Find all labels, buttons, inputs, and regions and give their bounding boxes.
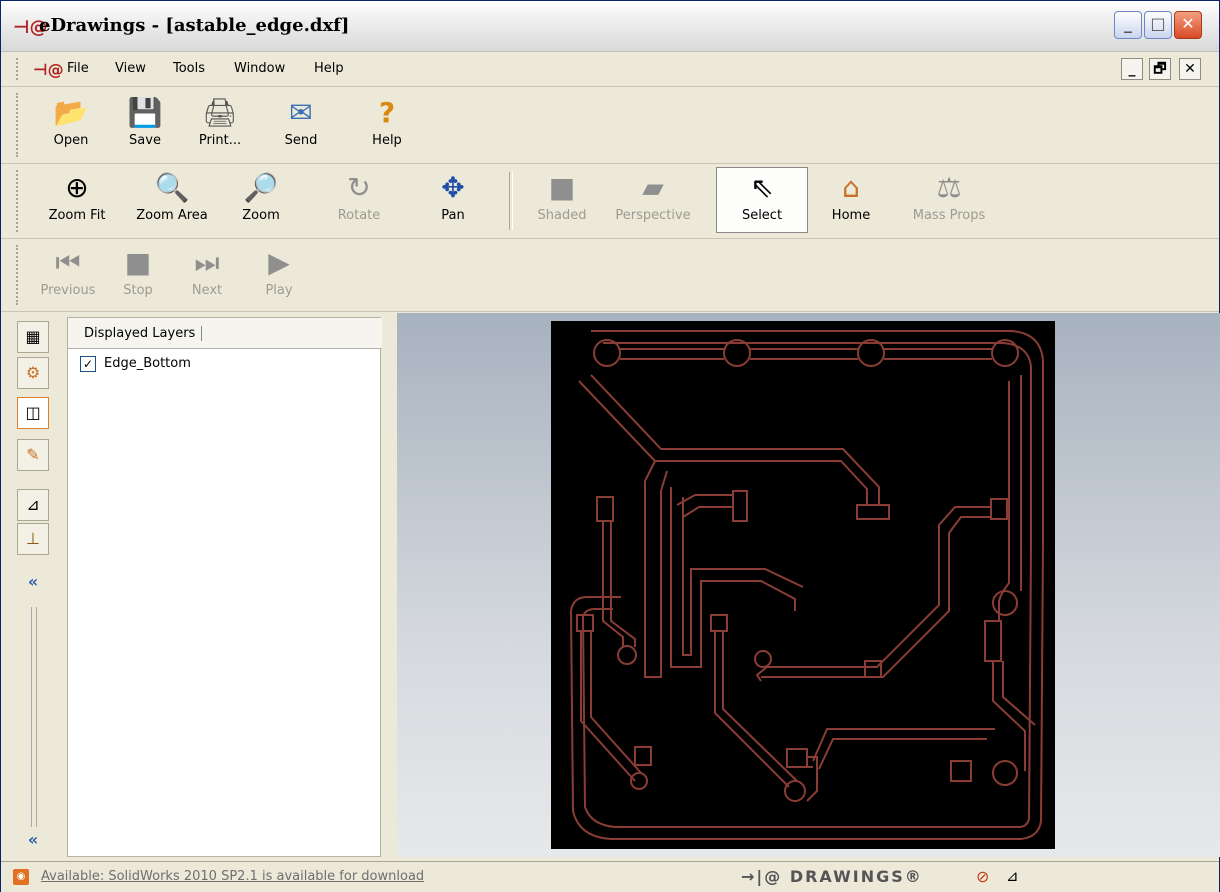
edrawings-brand-logo: →|@ DRAWINGS® (741, 867, 923, 886)
zoom-icon: 🔎 (243, 171, 279, 204)
measure-tab[interactable]: ⊿ (17, 489, 49, 521)
mdi-minimize-button[interactable]: _ (1121, 58, 1143, 80)
mdi-close-button[interactable]: ✕ (1179, 58, 1201, 80)
stop-icon: ■ (124, 246, 152, 279)
window-title: eDrawings - [astable_edge.dxf] (39, 15, 350, 36)
next-icon: ⏭ (194, 246, 220, 279)
shaded-button[interactable]: ■ Shaded (525, 170, 599, 223)
collapse-panel-button[interactable]: « (17, 825, 49, 857)
title-bar: ⊣@ eDrawings - [astable_edge.dxf] _ □ ✕ (1, 1, 1219, 52)
maximize-button[interactable]: □ (1144, 11, 1172, 39)
zoom-area-button[interactable]: 🔍 Zoom Area (127, 170, 217, 223)
send-button[interactable]: ✉ Send (273, 95, 329, 148)
components-tab[interactable]: ⚙ (17, 357, 49, 389)
sheets-tab[interactable]: ▦ (17, 321, 49, 353)
playback-toolbar: ⏮ Previous ■ Stop ⏭ Next ▶ Play (1, 239, 1219, 312)
rotate-icon: ↻ (347, 171, 371, 204)
zoom-area-icon: 🔍 (154, 171, 190, 204)
home-button[interactable]: ⌂ Home (821, 170, 881, 223)
close-button[interactable]: ✕ (1174, 11, 1202, 39)
update-available-link[interactable]: Available: SolidWorks 2010 SP2.1 is avai… (41, 869, 424, 884)
menu-help[interactable]: Help (314, 61, 344, 76)
status-bar: ◉ Available: SolidWorks 2010 SP2.1 is av… (1, 861, 1219, 892)
collapse-panel-icon: « (27, 830, 39, 849)
stamp-tab-icon: ⊥ (26, 529, 40, 548)
components-tab-icon: ⚙ (25, 363, 41, 382)
menu-tools[interactable]: Tools (173, 61, 205, 76)
layers-tab[interactable]: ◫ (17, 397, 49, 429)
pan-arrows-icon: ✥ (441, 171, 465, 204)
markup-tab[interactable]: ✎ (17, 439, 49, 471)
play-icon: ▶ (268, 246, 290, 279)
file-toolbar: 📂 Open 💾 Save 🖨 Print... ✉ Send ? Help (1, 87, 1219, 164)
collapse-panel-icon: « (27, 572, 39, 591)
save-button[interactable]: 💾 Save (119, 95, 171, 148)
previous-button[interactable]: ⏮ Previous (31, 245, 105, 298)
select-button[interactable]: ⇖ Select (723, 170, 801, 223)
no-entry-icon[interactable]: ⊘ (976, 867, 989, 886)
shaded-icon: ■ (548, 171, 576, 204)
pcb-edge-drawing (551, 321, 1055, 849)
folder-open-icon: 📂 (53, 96, 89, 129)
stop-button[interactable]: ■ Stop (113, 245, 163, 298)
pan-button[interactable]: ✥ Pan (425, 170, 481, 223)
previous-icon: ⏮ (55, 246, 81, 279)
perspective-button[interactable]: ▰ Perspective (605, 170, 701, 223)
layers-panel: Displayed Layers ✓ Edge_Bottom (67, 317, 382, 857)
app-window: ⊣@ eDrawings - [astable_edge.dxf] _ □ ✕ … (0, 0, 1220, 892)
menu-file[interactable]: File (67, 61, 89, 76)
panel-splitter[interactable] (31, 607, 37, 827)
collapse-tabs-button[interactable]: « (17, 567, 49, 599)
help-question-icon: ? (378, 96, 396, 129)
side-tab-strip: ▦ ⚙ ◫ ✎ ⊿ ⊥ « « (13, 317, 61, 857)
layers-tab-icon: ◫ (25, 403, 41, 422)
mdi-restore-button[interactable]: 🗗 (1149, 58, 1171, 80)
toolbar-grip[interactable] (16, 58, 21, 80)
next-button[interactable]: ⏭ Next (179, 245, 235, 298)
mass-props-icon: ⚖ (936, 171, 962, 204)
zoom-fit-button[interactable]: ⊕ Zoom Fit (39, 170, 115, 223)
sheets-tab-icon: ▦ (25, 327, 41, 346)
document-icon[interactable]: ⊣@ (33, 60, 64, 79)
drawing-viewport[interactable] (397, 313, 1220, 857)
measure-tab-icon: ⊿ (26, 495, 40, 514)
toolbar-separator (509, 172, 513, 230)
menu-bar: ⊣@ File View Tools Window Help _ 🗗 ✕ (1, 52, 1219, 87)
menu-window[interactable]: Window (234, 61, 285, 76)
menu-view[interactable]: View (115, 61, 146, 76)
zoom-button[interactable]: 🔎 Zoom (233, 170, 289, 223)
stamp-tab[interactable]: ⊥ (17, 523, 49, 555)
zoom-fit-icon: ⊕ (65, 171, 89, 204)
printer-icon: 🖨 (202, 96, 238, 129)
rss-feed-icon[interactable]: ◉ (13, 869, 29, 885)
measure-status-icon[interactable]: ⊿ (1006, 867, 1019, 885)
layers-panel-header: Displayed Layers (68, 318, 382, 349)
markup-pencil-icon: ✎ (26, 445, 40, 464)
layer-checkbox[interactable]: ✓ (80, 356, 96, 372)
layer-name: Edge_Bottom (104, 356, 191, 371)
home-icon: ⌂ (842, 171, 860, 204)
open-button[interactable]: 📂 Open (41, 95, 101, 148)
view-toolbar: ⊕ Zoom Fit 🔍 Zoom Area 🔎 Zoom ↻ Rotate ✥… (1, 164, 1219, 239)
rotate-button[interactable]: ↻ Rotate (323, 170, 395, 223)
minimize-button[interactable]: _ (1114, 11, 1142, 39)
toolbar-grip[interactable] (16, 93, 21, 157)
select-arrow-icon: ⇖ (750, 171, 774, 204)
envelope-send-icon: ✉ (289, 96, 313, 129)
displayed-layers-header: Displayed Layers (84, 326, 203, 341)
mass-props-button[interactable]: ⚖ Mass Props (899, 170, 999, 223)
floppy-save-icon: 💾 (127, 96, 163, 129)
perspective-icon: ▰ (642, 171, 664, 204)
toolbar-grip[interactable] (16, 170, 21, 232)
help-button[interactable]: ? Help (361, 95, 413, 148)
toolbar-grip[interactable] (16, 245, 21, 305)
print-button[interactable]: 🖨 Print... (187, 95, 253, 148)
play-button[interactable]: ▶ Play (255, 245, 303, 298)
